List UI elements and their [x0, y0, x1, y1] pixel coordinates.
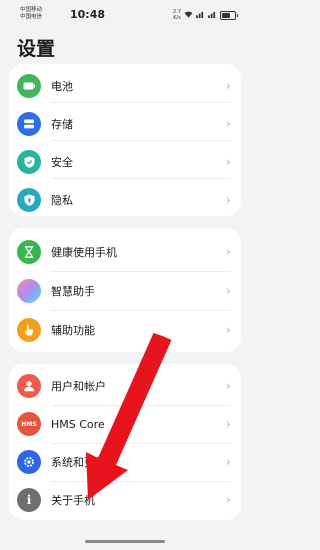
page-title: 设置: [17, 38, 56, 60]
battery-icon: [17, 74, 41, 98]
settings-item-label: 安全: [51, 156, 73, 169]
settings-item-system-updates[interactable]: 系统和更新 ›: [9, 444, 241, 480]
settings-item-label: 智慧助手: [51, 285, 95, 298]
chevron-right-icon: ›: [225, 416, 231, 432]
hand-icon: [17, 318, 41, 342]
settings-item-battery[interactable]: 电池 ›: [9, 70, 241, 102]
settings-group-3: 用户和帐户 › HMS HMS Core › 系统和更新 › i 关于手机 ›: [9, 364, 241, 520]
settings-item-label: HMS Core: [51, 417, 105, 431]
divider: [51, 140, 231, 141]
settings-item-users-accounts[interactable]: 用户和帐户 ›: [9, 368, 241, 404]
settings-item-smart-assistant[interactable]: 智慧助手 ›: [9, 273, 241, 309]
settings-item-label: 存储: [51, 118, 73, 131]
network-speed: 2.7 K/s: [173, 9, 181, 21]
status-bar: 中国移动 中国电信 10:48 2.7 K/s: [0, 0, 250, 30]
chevron-right-icon: ›: [225, 154, 231, 170]
signal-icon-2: [208, 11, 217, 20]
signal-icon: [196, 11, 205, 20]
status-icons: 2.7 K/s: [173, 9, 238, 21]
divider: [51, 102, 231, 103]
shield-icon: [17, 150, 41, 174]
chevron-right-icon: ›: [225, 116, 231, 132]
settings-group-1: 电池 › 存储 › 安全 › 隐私 ›: [9, 64, 241, 216]
status-time: 10:48: [70, 8, 106, 21]
wifi-icon: [184, 11, 193, 20]
home-indicator: [85, 540, 165, 543]
settings-item-label: 用户和帐户: [51, 380, 106, 393]
settings-item-label: 关于手机: [51, 494, 95, 507]
settings-item-hms-core[interactable]: HMS HMS Core ›: [9, 406, 241, 442]
battery-fill: [222, 12, 231, 18]
chevron-right-icon: ›: [225, 322, 231, 338]
divider: [51, 310, 231, 311]
settings-item-privacy[interactable]: 隐私 ›: [9, 184, 241, 216]
storage-icon: [17, 112, 41, 136]
gear-icon: [17, 450, 41, 474]
chevron-right-icon: ›: [225, 492, 231, 508]
chevron-right-icon: ›: [225, 378, 231, 394]
chevron-right-icon: ›: [225, 283, 231, 299]
chevron-right-icon: ›: [225, 244, 231, 260]
divider: [51, 271, 231, 272]
chevron-right-icon: ›: [225, 78, 231, 94]
assistant-icon: [17, 279, 41, 303]
settings-item-label: 隐私: [51, 194, 73, 207]
battery-status-icon: [220, 10, 238, 20]
settings-item-label: 辅助功能: [51, 324, 95, 337]
settings-item-security[interactable]: 安全 ›: [9, 146, 241, 178]
hms-icon: HMS: [17, 412, 41, 436]
privacy-icon: [17, 188, 41, 212]
carrier-info: 中国移动 中国电信: [20, 7, 42, 21]
settings-item-digital-balance[interactable]: 健康使用手机 ›: [9, 234, 241, 270]
settings-item-about-phone[interactable]: i 关于手机 ›: [9, 482, 241, 518]
chevron-right-icon: ›: [225, 454, 231, 470]
info-icon: i: [17, 488, 41, 512]
carrier-1: 中国移动: [20, 7, 43, 13]
settings-group-2: 健康使用手机 › 智慧助手 › 辅助功能 ›: [9, 228, 241, 352]
settings-item-label: 健康使用手机: [51, 246, 117, 259]
user-icon: [17, 374, 41, 398]
settings-item-accessibility[interactable]: 辅助功能 ›: [9, 312, 241, 348]
carrier-2: 中国电信: [20, 14, 43, 20]
settings-item-storage[interactable]: 存储 ›: [9, 108, 241, 140]
net-speed-unit: K/s: [173, 15, 181, 21]
chevron-right-icon: ›: [225, 192, 231, 208]
settings-item-label: 电池: [51, 80, 73, 93]
hourglass-icon: [17, 240, 41, 264]
settings-item-label: 系统和更新: [51, 456, 106, 469]
divider: [51, 178, 231, 179]
